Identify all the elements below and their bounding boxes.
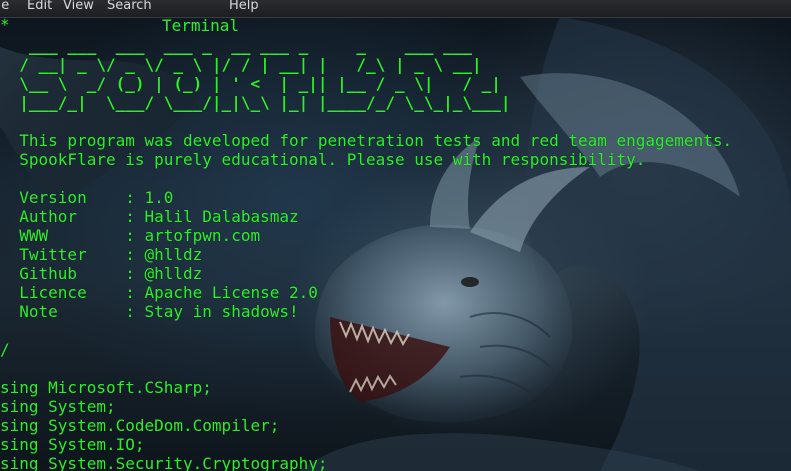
menu-view[interactable]: View xyxy=(63,0,94,14)
info-author: Author : Halil Dalabasmaz xyxy=(0,207,299,226)
menu-help[interactable]: Help xyxy=(229,0,259,14)
menu-edit[interactable]: Edit xyxy=(27,0,52,14)
banner-line: ___ ___ ___ ___ _ __ ___ _ _ ___ ___ xyxy=(0,36,473,55)
info-licence: Licence : Apache License 2.0 xyxy=(0,283,318,302)
using-line: sing System.CodeDom.Compiler; xyxy=(0,416,280,435)
banner-line: / __| _ \/ _ \/ _ \ |/ / | __| | /_\ | _… xyxy=(0,55,482,74)
menu-file[interactable]: ile xyxy=(0,0,9,14)
info-www: WWW : artofpwn.com xyxy=(0,226,261,245)
using-line: sing System.IO; xyxy=(0,435,145,454)
menu-bar: ile Edit View Search Terminal Help xyxy=(0,0,791,34)
comment-open: * xyxy=(0,15,10,34)
description-line: This program was developed for penetrati… xyxy=(0,131,733,150)
banner-line: \__ \ _/ (_) | (_) | ' < | _|| |__ / _ \… xyxy=(0,74,501,93)
terminal-output[interactable]: * ___ ___ ___ ___ _ __ ___ _ _ ___ ___ /… xyxy=(0,15,791,471)
terminal-window: ile Edit View Search Terminal Help xyxy=(0,0,791,471)
using-line: sing System.Security.Cryptography; xyxy=(0,454,328,471)
banner-line: |___/_| \___/ \___/|_|\_\ |_| |____/_/ \… xyxy=(0,93,511,112)
info-version: Version : 1.0 xyxy=(0,188,174,207)
menu-search[interactable]: Search xyxy=(107,0,152,14)
using-line: sing System; xyxy=(0,397,116,416)
info-twitter: Twitter : @hlldz xyxy=(0,245,203,264)
info-note: Note : Stay in shadows! xyxy=(0,302,299,321)
comment-close: / xyxy=(0,340,10,359)
description-line: SpookFlare is purely educational. Please… xyxy=(0,150,646,169)
using-line: sing Microsoft.CSharp; xyxy=(0,378,212,397)
info-github: Github : @hlldz xyxy=(0,264,203,283)
